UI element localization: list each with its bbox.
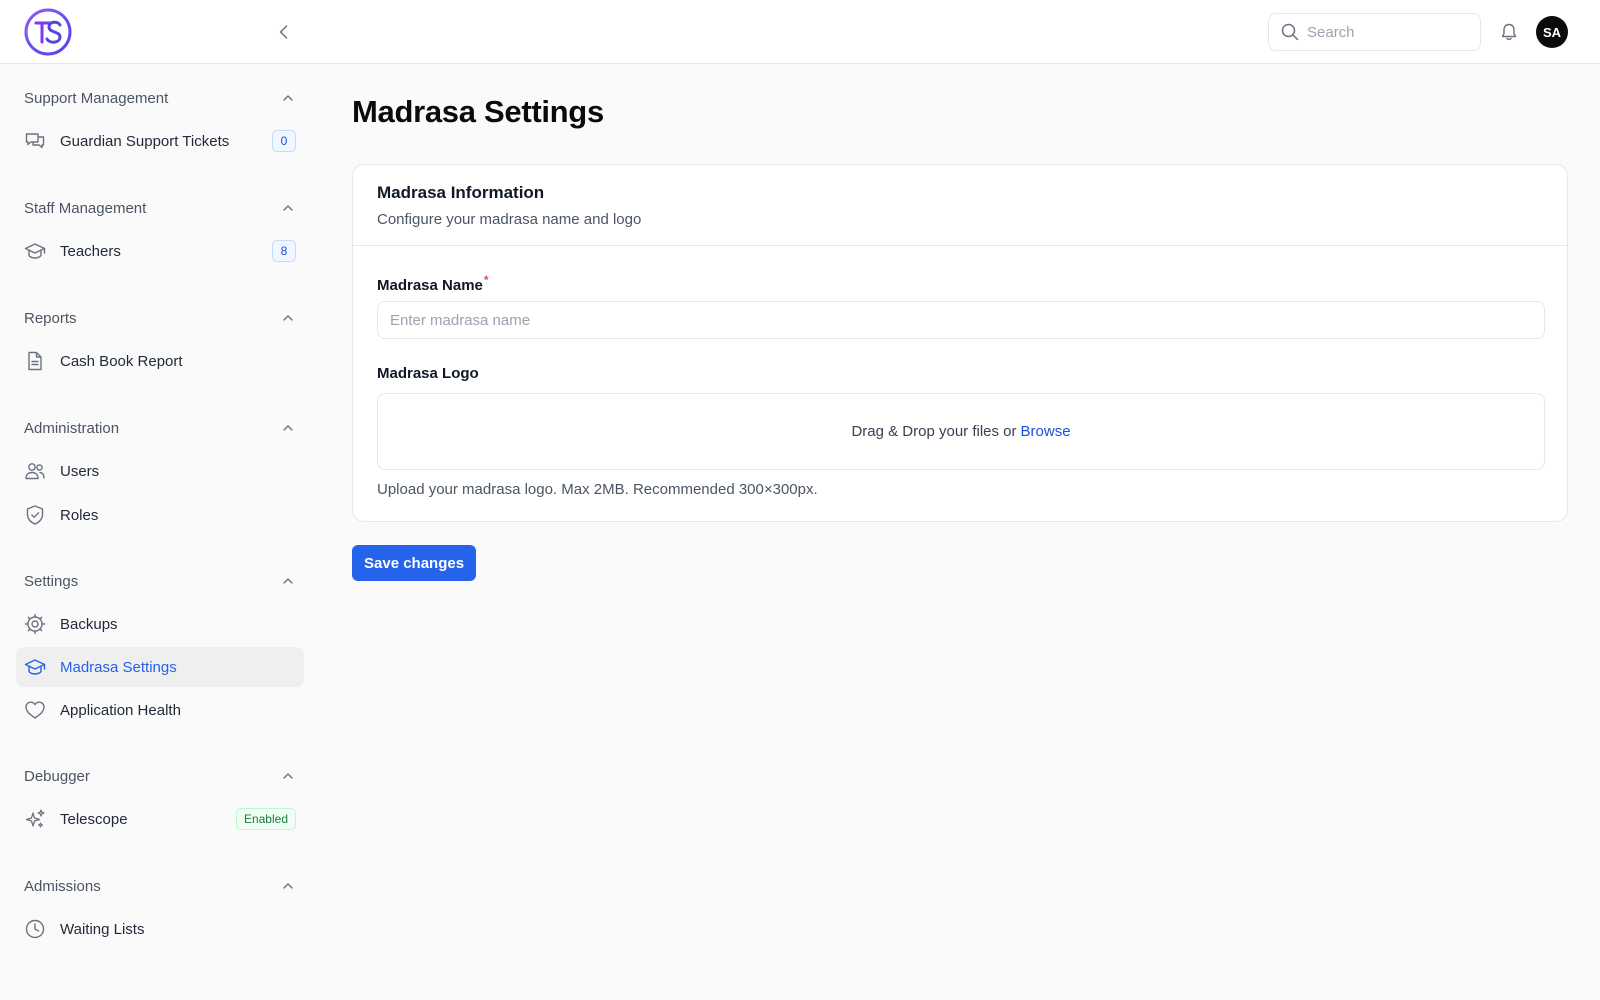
sidebar-item-label: Waiting Lists bbox=[60, 920, 145, 938]
logo-help-text: Upload your madrasa logo. Max 2MB. Recom… bbox=[377, 481, 818, 498]
field-label-text: Madrasa Name bbox=[377, 277, 483, 294]
bell-icon bbox=[1501, 23, 1517, 41]
sidebar-item-telescope[interactable]: Telescope Enabled bbox=[16, 799, 304, 839]
cog-icon bbox=[24, 613, 46, 635]
section-staff-management[interactable]: Staff Management bbox=[24, 196, 296, 220]
madrasa-name-label: Madrasa Name* bbox=[377, 273, 489, 294]
collapse-sidebar-button[interactable] bbox=[272, 20, 296, 44]
search-icon bbox=[1281, 23, 1299, 41]
madrasa-name-input[interactable] bbox=[377, 301, 1545, 339]
sidebar-item-cash-book-report[interactable]: Cash Book Report bbox=[16, 341, 304, 381]
chevron-up-icon bbox=[280, 200, 296, 216]
sidebar-item-application-health[interactable]: Application Health bbox=[16, 690, 304, 730]
app-logo[interactable] bbox=[24, 8, 72, 56]
chat-bubbles-icon bbox=[24, 130, 46, 152]
sidebar-item-roles[interactable]: Roles bbox=[16, 495, 304, 535]
logo-dropzone[interactable]: Drag & Drop your files or Browse bbox=[377, 393, 1545, 470]
chevron-up-icon bbox=[280, 768, 296, 784]
sidebar-item-label: Users bbox=[60, 462, 100, 480]
sidebar-item-label: Madrasa Settings bbox=[60, 658, 177, 676]
sidebar-item-teachers[interactable]: Teachers 8 bbox=[16, 231, 304, 271]
sidebar-item-guardian-support-tickets[interactable]: Guardian Support Tickets 0 bbox=[16, 121, 304, 161]
section-title: Settings bbox=[24, 572, 79, 590]
section-admissions[interactable]: Admissions bbox=[24, 874, 296, 898]
users-icon bbox=[24, 460, 46, 482]
user-avatar[interactable]: SA bbox=[1536, 16, 1568, 48]
required-marker: * bbox=[483, 273, 489, 287]
section-title: Support Management bbox=[24, 89, 169, 107]
sidebar-item-label: Backups bbox=[60, 615, 118, 633]
section-reports[interactable]: Reports bbox=[24, 306, 296, 330]
sidebar-item-label: Roles bbox=[60, 506, 99, 524]
sidebar-item-waiting-lists[interactable]: Waiting Lists bbox=[16, 909, 304, 949]
page-title: Madrasa Settings bbox=[352, 94, 604, 129]
chevron-up-icon bbox=[280, 90, 296, 106]
sidebar-item-backups[interactable]: Backups bbox=[16, 604, 304, 644]
chevron-up-icon bbox=[280, 310, 296, 326]
browse-link[interactable]: Browse bbox=[1021, 423, 1071, 440]
sidebar-item-label: Guardian Support Tickets bbox=[60, 132, 230, 150]
sidebar-item-users[interactable]: Users bbox=[16, 451, 304, 491]
sidebar-item-label: Telescope bbox=[60, 810, 128, 828]
card-subtitle: Configure your madrasa name and logo bbox=[377, 211, 642, 228]
chevron-up-icon bbox=[280, 573, 296, 589]
heart-icon bbox=[24, 699, 46, 721]
count-badge: 0 bbox=[272, 130, 296, 152]
chevron-up-icon bbox=[280, 878, 296, 894]
section-settings[interactable]: Settings bbox=[24, 569, 296, 593]
graduation-cap-icon bbox=[24, 240, 46, 262]
section-administration[interactable]: Administration bbox=[24, 416, 296, 440]
section-title: Staff Management bbox=[24, 199, 147, 217]
dropzone-text: Drag & Drop your files or bbox=[851, 423, 1017, 440]
status-badge: Enabled bbox=[235, 808, 296, 830]
notifications-button[interactable] bbox=[1497, 20, 1521, 44]
count-badge: 8 bbox=[272, 240, 296, 262]
chevron-up-icon bbox=[280, 420, 296, 436]
sidebar-item-label: Cash Book Report bbox=[60, 352, 183, 370]
search-box[interactable] bbox=[1268, 13, 1481, 51]
sidebar-item-label: Teachers bbox=[60, 242, 121, 260]
graduation-cap-icon bbox=[24, 656, 46, 678]
save-changes-button[interactable]: Save changes bbox=[352, 545, 477, 581]
section-support-management[interactable]: Support Management bbox=[24, 86, 296, 110]
sidebar-item-label: Application Health bbox=[60, 701, 181, 719]
section-title: Debugger bbox=[24, 767, 90, 785]
madrasa-logo-label: Madrasa Logo bbox=[377, 365, 479, 382]
document-icon bbox=[24, 350, 46, 372]
section-title: Administration bbox=[24, 419, 120, 437]
chevron-left-icon bbox=[279, 25, 288, 39]
top-bar: SA bbox=[0, 0, 1600, 64]
card-header: Madrasa Information Configure your madra… bbox=[353, 165, 1567, 246]
clock-icon bbox=[24, 918, 46, 940]
card-title: Madrasa Information bbox=[377, 183, 545, 202]
section-title: Reports bbox=[24, 309, 77, 327]
section-debugger[interactable]: Debugger bbox=[24, 764, 296, 788]
sidebar-item-madrasa-settings[interactable]: Madrasa Settings bbox=[16, 647, 304, 687]
sparkles-icon bbox=[24, 808, 46, 830]
sidebar: Support Management Guardian Support Tick… bbox=[0, 64, 320, 1000]
search-input[interactable] bbox=[1307, 23, 1467, 41]
madrasa-information-card: Madrasa Information Configure your madra… bbox=[352, 164, 1568, 522]
section-title: Admissions bbox=[24, 877, 101, 895]
shield-check-icon bbox=[24, 504, 46, 526]
